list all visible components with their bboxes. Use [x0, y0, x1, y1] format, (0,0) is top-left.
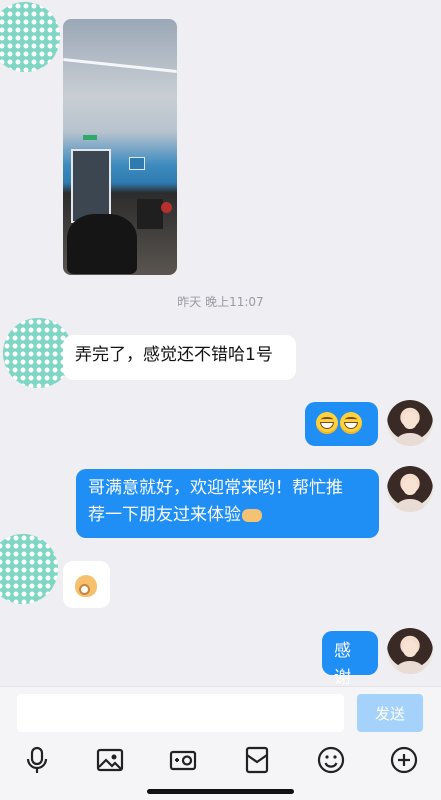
message-text-line: 荐一下朋友过来体验	[88, 505, 241, 525]
message-timestamp: 昨天 晚上11:07	[177, 295, 264, 309]
image-message[interactable]	[63, 19, 177, 275]
photo-wall-number	[129, 157, 145, 170]
grin-emoji-icon	[340, 412, 362, 434]
avatar-body	[396, 499, 424, 512]
my-avatar[interactable]	[387, 466, 433, 512]
my-avatar[interactable]	[387, 628, 433, 674]
my-avatar[interactable]	[387, 400, 433, 446]
input-area: 发送	[0, 686, 441, 800]
message-input[interactable]	[17, 694, 344, 732]
avatar-face	[403, 640, 417, 657]
message-bubble-right[interactable]: 感谢	[322, 631, 378, 688]
emoji-icon[interactable]	[316, 745, 346, 775]
input-toolbar	[0, 745, 441, 781]
photo-motorcycle	[67, 214, 137, 274]
camera-icon[interactable]	[168, 745, 198, 775]
avatar-body	[396, 433, 424, 446]
microphone-icon[interactable]	[22, 745, 52, 775]
red-envelope-icon[interactable]	[242, 745, 272, 775]
photo-machine	[137, 199, 163, 229]
ok-hand-emoji-icon	[75, 575, 97, 597]
home-indicator[interactable]	[147, 789, 294, 794]
message-bubble-left[interactable]	[63, 561, 110, 608]
grin-emoji-icon	[316, 412, 338, 434]
message-bubble-right[interactable]: 哥满意就好，欢迎常来哟！帮忙推 荐一下朋友过来体验	[76, 469, 379, 538]
photo-ceiling-light	[63, 58, 177, 73]
send-button[interactable]: 发送	[357, 694, 423, 732]
photo-doorway	[71, 149, 111, 223]
handshake-emoji-icon	[242, 509, 262, 522]
message-text: 感谢	[334, 641, 351, 688]
message-text: 弄完了，感觉还不错哈1号	[75, 345, 273, 365]
chat-screen: 昨天 晚上11:07 弄完了，感觉还不错哈1号 哥满意就好，欢迎常来哟！帮忙推 …	[0, 0, 441, 800]
message-bubble-right[interactable]	[305, 402, 378, 446]
contact-avatar[interactable]	[0, 534, 58, 604]
message-text-line: 哥满意就好，欢迎常来哟！帮忙推	[88, 478, 343, 498]
avatar-body	[396, 661, 424, 674]
contact-avatar[interactable]	[0, 2, 60, 72]
image-icon[interactable]	[95, 745, 125, 775]
message-bubble-left[interactable]: 弄完了，感觉还不错哈1号	[63, 335, 296, 380]
plus-icon[interactable]	[389, 745, 419, 775]
avatar-face	[403, 478, 417, 495]
message-text-line-wrapper: 荐一下朋友过来体验	[88, 502, 367, 529]
photo-red-valve	[161, 202, 172, 213]
avatar-face	[403, 412, 417, 429]
photo-exit-sign	[83, 135, 97, 140]
